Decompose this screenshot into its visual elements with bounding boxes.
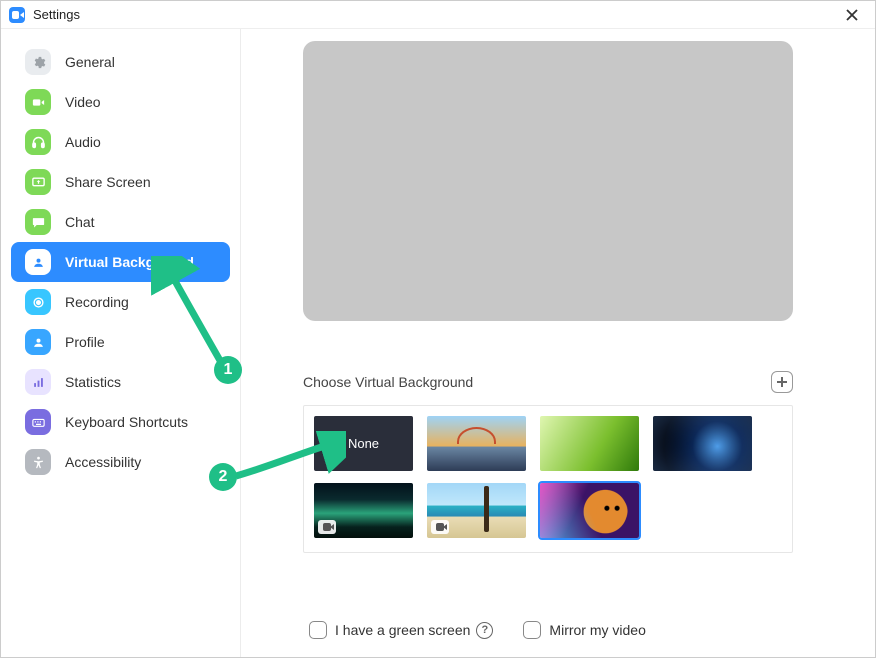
sidebar-item-chat[interactable]: Chat [11, 202, 230, 242]
annotation-badge-2: 2 [209, 463, 237, 491]
video-icon [25, 89, 51, 115]
video-preview [303, 41, 793, 321]
help-icon[interactable]: ? [476, 622, 493, 639]
checkbox-icon [309, 621, 327, 639]
bg-tiger[interactable] [540, 483, 639, 538]
bg-bridge[interactable] [427, 416, 526, 471]
sidebar-item-label: General [65, 54, 115, 70]
sidebar-item-profile[interactable]: Profile [11, 322, 230, 362]
sidebar-item-recording[interactable]: Recording [11, 282, 230, 322]
share-screen-icon [25, 169, 51, 195]
sidebar: General Video Audio Share Screen Chat [1, 29, 241, 657]
sidebar-item-label: Virtual Background [65, 254, 194, 270]
sidebar-item-audio[interactable]: Audio [11, 122, 230, 162]
sidebar-item-label: Profile [65, 334, 105, 350]
sidebar-item-virtual-background[interactable]: Virtual Background [11, 242, 230, 282]
sidebar-item-label: Recording [65, 294, 129, 310]
sidebar-item-label: Keyboard Shortcuts [65, 414, 188, 430]
sidebar-item-video[interactable]: Video [11, 82, 230, 122]
bg-none[interactable]: None [314, 416, 413, 471]
sidebar-item-statistics[interactable]: Statistics [11, 362, 230, 402]
bg-earth[interactable] [653, 416, 752, 471]
close-button[interactable] [835, 3, 869, 27]
virtual-background-icon [25, 249, 51, 275]
mirror-video-checkbox[interactable]: Mirror my video [523, 621, 645, 639]
recording-icon [25, 289, 51, 315]
thumb-row: None [314, 416, 782, 471]
add-background-button[interactable] [771, 371, 793, 393]
sidebar-item-label: Chat [65, 214, 95, 230]
sidebar-item-label: Share Screen [65, 174, 151, 190]
mirror-video-label: Mirror my video [549, 622, 645, 638]
gear-icon [25, 49, 51, 75]
app-icon [9, 7, 25, 23]
chat-icon [25, 209, 51, 235]
options-row: I have a green screen ? Mirror my video [303, 621, 845, 639]
green-screen-checkbox[interactable]: I have a green screen ? [309, 621, 493, 639]
headphones-icon [25, 129, 51, 155]
sidebar-item-keyboard-shortcuts[interactable]: Keyboard Shortcuts [11, 402, 230, 442]
bg-aurora[interactable] [314, 483, 413, 538]
titlebar-left: Settings [9, 7, 80, 23]
keyboard-icon [25, 409, 51, 435]
checkbox-icon [523, 621, 541, 639]
profile-icon [25, 329, 51, 355]
close-icon [846, 9, 858, 21]
section-header: Choose Virtual Background [303, 371, 793, 393]
sidebar-item-label: Video [65, 94, 101, 110]
bg-beach[interactable] [427, 483, 526, 538]
bg-grass[interactable] [540, 416, 639, 471]
titlebar: Settings [1, 1, 875, 29]
content: Choose Virtual Background None [241, 29, 875, 657]
statistics-icon [25, 369, 51, 395]
thumb-row [314, 483, 782, 538]
section-title: Choose Virtual Background [303, 374, 473, 390]
sidebar-item-label: Accessibility [65, 454, 141, 470]
plus-icon [776, 376, 788, 388]
none-label: None [348, 436, 379, 451]
sidebar-item-accessibility[interactable]: Accessibility [11, 442, 230, 482]
video-badge-icon [318, 520, 336, 534]
sidebar-item-label: Statistics [65, 374, 121, 390]
sidebar-item-label: Audio [65, 134, 101, 150]
accessibility-icon [25, 449, 51, 475]
sidebar-item-share-screen[interactable]: Share Screen [11, 162, 230, 202]
video-badge-icon [431, 520, 449, 534]
window-title: Settings [33, 7, 80, 22]
sidebar-item-general[interactable]: General [11, 42, 230, 82]
annotation-badge-1: 1 [214, 356, 242, 384]
green-screen-label: I have a green screen [335, 622, 470, 638]
background-thumbnails: None [303, 405, 793, 553]
main: General Video Audio Share Screen Chat [1, 29, 875, 657]
